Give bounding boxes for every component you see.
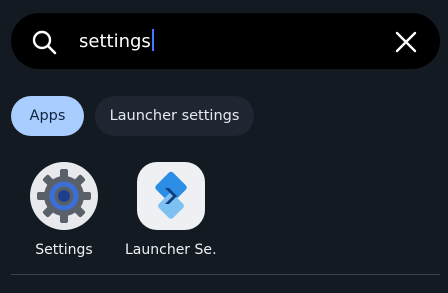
app-result-settings[interactable]: Settings — [18, 162, 110, 258]
app-label-launcher-settings: Launcher Se… — [125, 242, 217, 258]
filter-chip-apps[interactable]: Apps — [11, 96, 84, 136]
search-input[interactable]: settings — [79, 28, 154, 56]
search-icon[interactable] — [31, 29, 57, 55]
search-query: settings — [79, 31, 151, 52]
app-result-launcher-settings[interactable]: Launcher Se… — [125, 162, 217, 258]
close-icon[interactable] — [395, 31, 417, 53]
filter-chip-launcher-settings-label: Launcher settings — [109, 108, 240, 124]
text-caret — [151, 29, 154, 51]
search-bar[interactable] — [11, 13, 440, 69]
results-divider — [11, 274, 440, 275]
launcher-app-icon — [137, 162, 205, 230]
filter-chip-apps-label: Apps — [29, 108, 66, 124]
filter-chip-launcher-settings[interactable]: Launcher settings — [95, 96, 254, 136]
settings-gear-icon — [30, 162, 98, 230]
app-label-settings: Settings — [35, 242, 93, 258]
